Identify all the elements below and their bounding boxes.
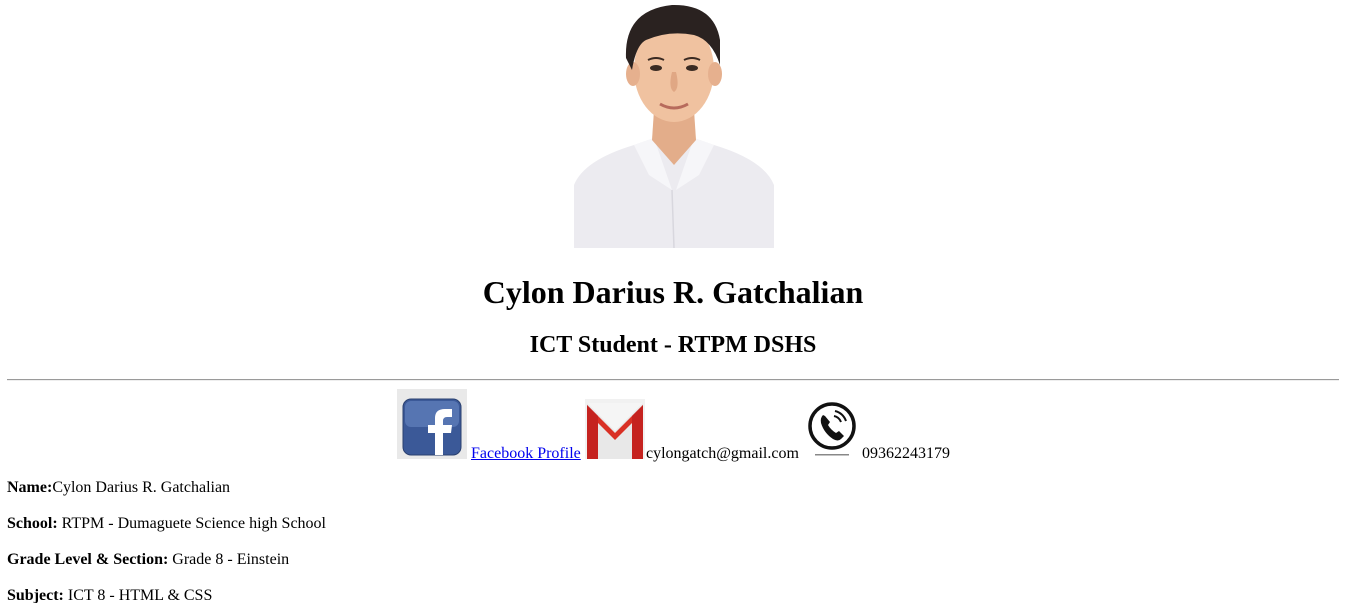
detail-subject: Subject: ICT 8 - HTML & CSS: [7, 586, 212, 603]
detail-value: ICT 8 - HTML & CSS: [63, 587, 213, 603]
detail-label: Grade Level & Section:: [7, 551, 169, 568]
phone-number: 09362243179: [862, 445, 950, 462]
detail-value: Grade 8 - Einstein: [168, 551, 290, 568]
email-address: cylongatch@gmail.com: [646, 445, 799, 462]
facebook-profile-link[interactable]: Facebook Profile: [471, 445, 581, 463]
detail-value: RTPM - Dumaguete Science high School: [57, 515, 326, 532]
gmail-icon: [585, 399, 645, 459]
detail-grade-section: Grade Level & Section: Grade 8 - Einstei…: [7, 550, 289, 570]
detail-label: School:: [7, 515, 58, 532]
detail-name: Name:Cylon Darius R. Gatchalian: [7, 478, 230, 498]
detail-label: Subject:: [7, 587, 64, 603]
phone-icon: [806, 401, 858, 459]
horizontal-divider: [7, 379, 1339, 381]
page-title: Cylon Darius R. Gatchalian: [482, 274, 864, 310]
profile-page: Cylon Darius R. Gatchalian ICT Student -…: [0, 0, 1346, 603]
facebook-icon[interactable]: [397, 389, 467, 459]
profile-photo: [574, 0, 774, 248]
detail-school: School: RTPM - Dumaguete Science high Sc…: [7, 514, 326, 534]
profile-photo-image: [574, 0, 774, 248]
detail-value: Cylon Darius R. Gatchalian: [52, 479, 231, 496]
detail-label: Name:: [7, 479, 53, 496]
page-subtitle: ICT Student - RTPM DSHS: [529, 332, 817, 358]
